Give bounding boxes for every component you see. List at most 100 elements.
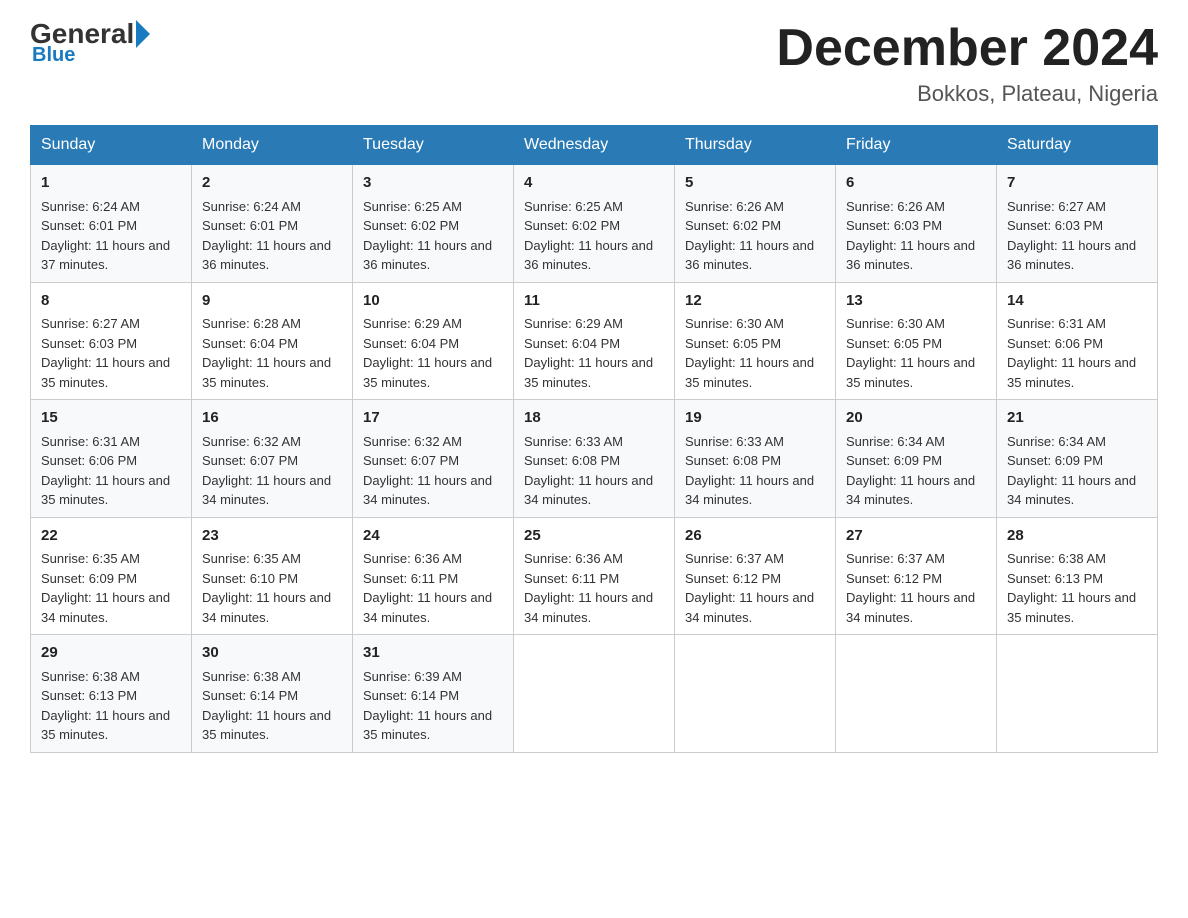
day-info: Sunrise: 6:36 AMSunset: 6:11 PMDaylight:… <box>524 551 653 625</box>
calendar-day-cell: 25 Sunrise: 6:36 AMSunset: 6:11 PMDayligh… <box>514 517 675 635</box>
calendar-day-cell: 11 Sunrise: 6:29 AMSunset: 6:04 PMDayligh… <box>514 282 675 400</box>
calendar-table: SundayMondayTuesdayWednesdayThursdayFrid… <box>30 125 1158 753</box>
calendar-week-row: 15Sunrise: 6:31 AMSunset: 6:06 PMDayligh… <box>31 400 1158 518</box>
day-info: Sunrise: 6:33 AMSunset: 6:08 PMDaylight:… <box>524 434 653 508</box>
calendar-week-row: 22Sunrise: 6:35 AMSunset: 6:09 PMDayligh… <box>31 517 1158 635</box>
day-info: Sunrise: 6:30 AMSunset: 6:05 PMDaylight:… <box>846 316 975 390</box>
calendar-day-cell: 27 Sunrise: 6:37 AMSunset: 6:12 PMDayligh… <box>836 517 997 635</box>
calendar-day-cell: 1Sunrise: 6:24 AMSunset: 6:01 PMDaylight… <box>31 165 192 283</box>
day-info: Sunrise: 6:37 AMSunset: 6:12 PMDaylight:… <box>846 551 975 625</box>
calendar-day-cell: 14 Sunrise: 6:31 AMSunset: 6:06 PMDayligh… <box>997 282 1158 400</box>
day-header-monday: Monday <box>192 126 353 165</box>
day-number: 9 <box>202 290 342 313</box>
calendar-day-cell: 24Sunrise: 6:36 AMSunset: 6:11 PMDayligh… <box>353 517 514 635</box>
calendar-day-cell: 18 Sunrise: 6:33 AMSunset: 6:08 PMDayligh… <box>514 400 675 518</box>
day-header-tuesday: Tuesday <box>353 126 514 165</box>
day-number: 30 <box>202 642 342 665</box>
day-info: Sunrise: 6:26 AMSunset: 6:03 PMDaylight:… <box>846 199 975 273</box>
day-info: Sunrise: 6:27 AMSunset: 6:03 PMDaylight:… <box>1007 199 1136 273</box>
day-number: 1 <box>41 172 181 195</box>
calendar-day-cell: 29 Sunrise: 6:38 AMSunset: 6:13 PMDayligh… <box>31 635 192 753</box>
calendar-day-cell <box>997 635 1158 753</box>
calendar-day-cell: 13 Sunrise: 6:30 AMSunset: 6:05 PMDayligh… <box>836 282 997 400</box>
day-number: 6 <box>846 172 986 195</box>
calendar-day-cell: 10 Sunrise: 6:29 AMSunset: 6:04 PMDayligh… <box>353 282 514 400</box>
calendar-day-cell: 7 Sunrise: 6:27 AMSunset: 6:03 PMDaylight… <box>997 165 1158 283</box>
logo-area: General Blue <box>30 20 150 67</box>
day-header-wednesday: Wednesday <box>514 126 675 165</box>
day-number: 13 <box>846 290 986 313</box>
day-number: 28 <box>1007 525 1147 548</box>
day-number: 11 <box>524 290 664 313</box>
day-number: 8 <box>41 290 181 313</box>
day-number: 15 <box>41 407 181 430</box>
day-number: 22 <box>41 525 181 548</box>
day-info: Sunrise: 6:34 AMSunset: 6:09 PMDaylight:… <box>846 434 975 508</box>
calendar-day-cell: 20Sunrise: 6:34 AMSunset: 6:09 PMDayligh… <box>836 400 997 518</box>
day-info: Sunrise: 6:32 AMSunset: 6:07 PMDaylight:… <box>202 434 331 508</box>
calendar-day-cell: 17Sunrise: 6:32 AMSunset: 6:07 PMDayligh… <box>353 400 514 518</box>
day-number: 18 <box>524 407 664 430</box>
logo-arrow-icon <box>136 20 150 48</box>
day-info: Sunrise: 6:37 AMSunset: 6:12 PMDaylight:… <box>685 551 814 625</box>
month-title: December 2024 <box>776 20 1158 77</box>
day-info: Sunrise: 6:25 AMSunset: 6:02 PMDaylight:… <box>524 199 653 273</box>
calendar-day-cell: 30 Sunrise: 6:38 AMSunset: 6:14 PMDayligh… <box>192 635 353 753</box>
day-number: 31 <box>363 642 503 665</box>
day-number: 5 <box>685 172 825 195</box>
day-number: 25 <box>524 525 664 548</box>
day-info: Sunrise: 6:36 AMSunset: 6:11 PMDaylight:… <box>363 551 492 625</box>
calendar-day-cell: 31Sunrise: 6:39 AMSunset: 6:14 PMDayligh… <box>353 635 514 753</box>
calendar-week-row: 1 Sunrise: 6:24 AMSunset: 6:01 PMDaylight… <box>31 165 1158 283</box>
day-number: 23 <box>202 525 342 548</box>
day-number: 27 <box>846 525 986 548</box>
day-header-sunday: Sunday <box>31 126 192 165</box>
day-info: Sunrise: 6:38 AMSunset: 6:13 PMDaylight:… <box>41 669 170 743</box>
calendar-day-cell: 19 Sunrise: 6:33 AMSunset: 6:08 PMDayligh… <box>675 400 836 518</box>
calendar-day-cell: 16Sunrise: 6:32 AMSunset: 6:07 PMDayligh… <box>192 400 353 518</box>
calendar-day-cell: 2 Sunrise: 6:24 AMSunset: 6:01 PMDaylight… <box>192 165 353 283</box>
calendar-day-cell: 15Sunrise: 6:31 AMSunset: 6:06 PMDayligh… <box>31 400 192 518</box>
day-number: 14 <box>1007 290 1147 313</box>
calendar-day-cell: 4Sunrise: 6:25 AMSunset: 6:02 PMDaylight… <box>514 165 675 283</box>
calendar-week-row: 8 Sunrise: 6:27 AMSunset: 6:03 PMDaylight… <box>31 282 1158 400</box>
day-number: 7 <box>1007 172 1147 195</box>
day-header-friday: Friday <box>836 126 997 165</box>
calendar-day-cell: 9Sunrise: 6:28 AMSunset: 6:04 PMDaylight… <box>192 282 353 400</box>
calendar-day-cell <box>836 635 997 753</box>
day-number: 26 <box>685 525 825 548</box>
calendar-day-cell: 3 Sunrise: 6:25 AMSunset: 6:02 PMDaylight… <box>353 165 514 283</box>
day-info: Sunrise: 6:38 AMSunset: 6:13 PMDaylight:… <box>1007 551 1136 625</box>
calendar-day-cell: 23 Sunrise: 6:35 AMSunset: 6:10 PMDayligh… <box>192 517 353 635</box>
day-info: Sunrise: 6:26 AMSunset: 6:02 PMDaylight:… <box>685 199 814 273</box>
day-info: Sunrise: 6:29 AMSunset: 6:04 PMDaylight:… <box>363 316 492 390</box>
calendar-day-cell: 28 Sunrise: 6:38 AMSunset: 6:13 PMDayligh… <box>997 517 1158 635</box>
day-info: Sunrise: 6:34 AMSunset: 6:09 PMDaylight:… <box>1007 434 1136 508</box>
day-number: 21 <box>1007 407 1147 430</box>
day-info: Sunrise: 6:35 AMSunset: 6:10 PMDaylight:… <box>202 551 331 625</box>
calendar-day-cell: 26 Sunrise: 6:37 AMSunset: 6:12 PMDayligh… <box>675 517 836 635</box>
day-number: 3 <box>363 172 503 195</box>
day-number: 29 <box>41 642 181 665</box>
day-info: Sunrise: 6:25 AMSunset: 6:02 PMDaylight:… <box>363 199 492 273</box>
day-info: Sunrise: 6:30 AMSunset: 6:05 PMDaylight:… <box>685 316 814 390</box>
calendar-day-cell: 6 Sunrise: 6:26 AMSunset: 6:03 PMDaylight… <box>836 165 997 283</box>
day-info: Sunrise: 6:29 AMSunset: 6:04 PMDaylight:… <box>524 316 653 390</box>
day-number: 12 <box>685 290 825 313</box>
day-info: Sunrise: 6:38 AMSunset: 6:14 PMDaylight:… <box>202 669 331 743</box>
location-title: Bokkos, Plateau, Nigeria <box>776 81 1158 107</box>
logo-blue: Blue <box>32 44 75 67</box>
day-number: 2 <box>202 172 342 195</box>
day-header-thursday: Thursday <box>675 126 836 165</box>
calendar-day-cell <box>514 635 675 753</box>
day-info: Sunrise: 6:32 AMSunset: 6:07 PMDaylight:… <box>363 434 492 508</box>
day-info: Sunrise: 6:31 AMSunset: 6:06 PMDaylight:… <box>1007 316 1136 390</box>
day-number: 10 <box>363 290 503 313</box>
day-info: Sunrise: 6:27 AMSunset: 6:03 PMDaylight:… <box>41 316 170 390</box>
day-info: Sunrise: 6:33 AMSunset: 6:08 PMDaylight:… <box>685 434 814 508</box>
calendar-week-row: 29 Sunrise: 6:38 AMSunset: 6:13 PMDayligh… <box>31 635 1158 753</box>
day-number: 19 <box>685 407 825 430</box>
calendar-header-row: SundayMondayTuesdayWednesdayThursdayFrid… <box>31 126 1158 165</box>
day-info: Sunrise: 6:24 AMSunset: 6:01 PMDaylight:… <box>202 199 331 273</box>
calendar-day-cell: 21 Sunrise: 6:34 AMSunset: 6:09 PMDayligh… <box>997 400 1158 518</box>
